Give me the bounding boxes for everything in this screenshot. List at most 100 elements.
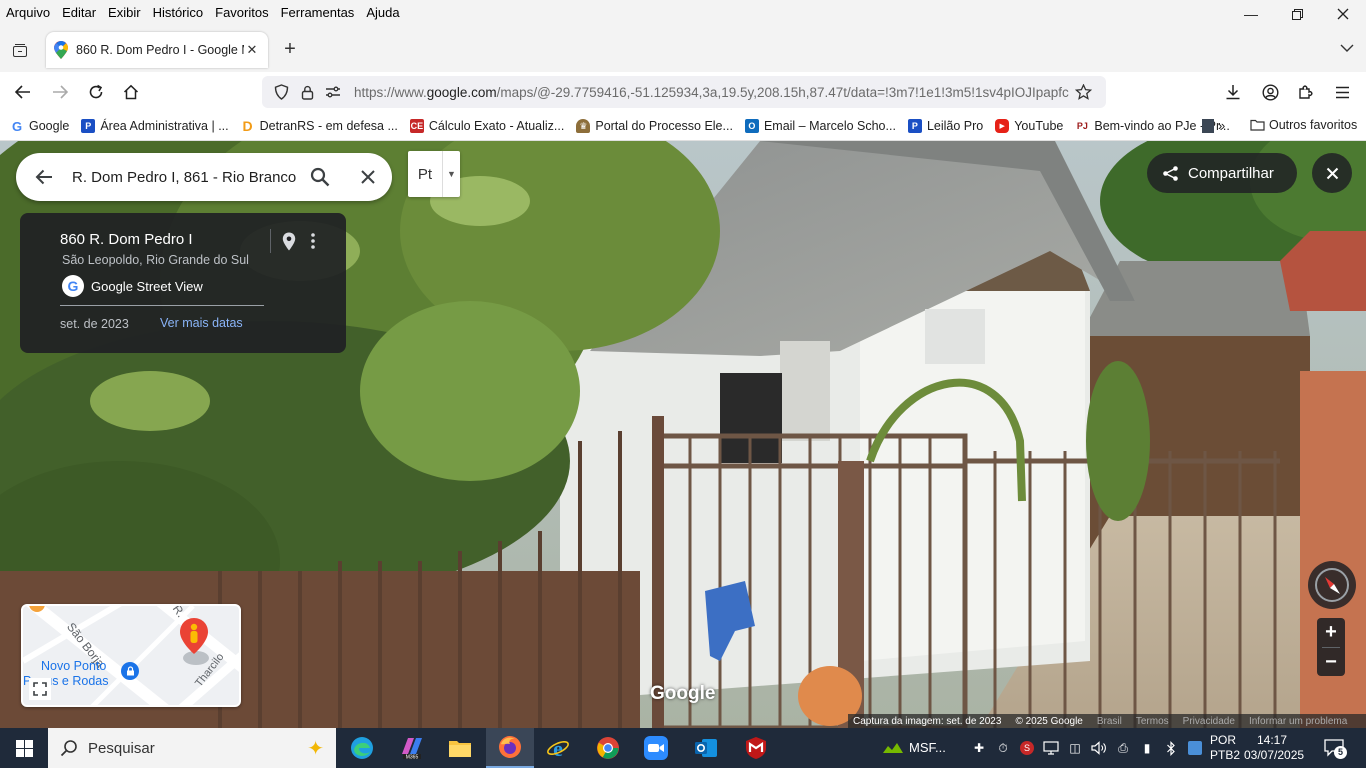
tab-actions-button[interactable]	[8, 38, 32, 62]
search-button[interactable]	[296, 153, 344, 201]
bookmark-calculo-exato[interactable]: CE Cálculo Exato - Atualiz...	[409, 119, 564, 133]
app-menu-button[interactable]	[1329, 80, 1355, 104]
home-button[interactable]	[118, 80, 144, 104]
bookmarks-bar: G Google P Área Administrativa | ... D D…	[0, 112, 1366, 141]
zoom-video-icon	[644, 736, 668, 760]
bookmark-portal-processo[interactable]: ♛ Portal do Processo Ele...	[576, 119, 733, 133]
tab-list-button[interactable]	[1340, 40, 1354, 56]
address-bar[interactable]: https://www.google.com/maps/@-29.7759416…	[262, 76, 1106, 108]
network-tray-icon[interactable]	[1042, 740, 1060, 756]
see-more-dates-link[interactable]: Ver mais datas	[160, 316, 243, 330]
taskbar-microsoft-365[interactable]: M365	[388, 728, 436, 768]
taskbar-search-box[interactable]: Pesquisar ✦	[48, 728, 336, 768]
reload-button[interactable]	[83, 80, 109, 104]
bookmark-email[interactable]: O Email – Marcelo Scho...	[744, 119, 896, 133]
location-info-card: 860 R. Dom Pedro I São Leopoldo, Rio Gra…	[20, 213, 346, 353]
poi-lock-icon[interactable]	[121, 662, 139, 680]
clear-search-button[interactable]	[344, 153, 392, 201]
tab-actions-icon	[13, 44, 27, 57]
zoom-out-button[interactable]: −	[1317, 648, 1345, 677]
volume-icon[interactable]	[1090, 740, 1108, 756]
taskbar-internet-explorer[interactable]: e	[534, 728, 582, 768]
privacy-link[interactable]: Privacidade	[1183, 716, 1235, 727]
taskbar-edge[interactable]	[338, 728, 386, 768]
firefox-icon	[499, 736, 521, 758]
close-street-view-button[interactable]	[1312, 153, 1352, 193]
account-button[interactable]	[1257, 80, 1283, 104]
shield-icon[interactable]	[270, 81, 292, 103]
extensions-button[interactable]	[1293, 80, 1319, 104]
caret-down-icon[interactable]: ▼	[442, 151, 460, 197]
other-bookmarks-folder[interactable]: Outros favoritos	[1250, 118, 1357, 132]
back-button[interactable]	[10, 80, 36, 104]
street-view-panorama[interactable]: Pt ▼ 860 R. Dom Pedro I São Leopoldo, Ri…	[0, 141, 1366, 728]
close-icon	[1337, 8, 1349, 20]
share-button[interactable]: Compartilhar	[1147, 153, 1297, 193]
msf-tray-label[interactable]: MSF...	[909, 740, 946, 755]
taskbar-file-explorer[interactable]	[436, 728, 484, 768]
bookmark-star-icon[interactable]	[1072, 81, 1094, 103]
tab-close-button[interactable]: ✕	[244, 42, 260, 58]
menu-ajuda[interactable]: Ajuda	[360, 5, 405, 20]
device-tray-icon[interactable]: ◫	[1066, 740, 1084, 756]
menu-favoritos[interactable]: Favoritos	[209, 5, 274, 20]
system-clock[interactable]: 14:17 03/07/2025	[1244, 733, 1304, 763]
poi-label-line1[interactable]: Novo Ponto	[41, 659, 106, 673]
input-language-indicator[interactable]: POR PTB2	[1210, 733, 1240, 763]
expand-map-button[interactable]	[29, 678, 51, 700]
bookmark-area-administrativa[interactable]: P Área Administrativa | ...	[81, 119, 229, 133]
menu-ferramentas[interactable]: Ferramentas	[275, 5, 361, 20]
notification-center-button[interactable]: 5	[1322, 736, 1347, 760]
windows-security-tray-icon[interactable]: ✚	[970, 740, 988, 756]
input-tools-button[interactable]: Pt ▼	[408, 151, 460, 197]
more-options-button[interactable]	[302, 229, 324, 253]
report-problem-link[interactable]: Informar um problema	[1249, 716, 1347, 727]
detran-d-icon: D	[242, 118, 253, 134]
search-icon	[60, 740, 77, 757]
google-watermark-logo: Google	[650, 683, 716, 704]
mcafee-shield-icon	[746, 737, 766, 759]
mini-map[interactable]: São Borja R. Tharcilo Novo Ponto Pneus e…	[21, 604, 241, 707]
bluetooth-icon[interactable]	[1162, 740, 1180, 756]
forward-button[interactable]	[47, 80, 73, 104]
downloads-button[interactable]	[1220, 80, 1246, 104]
search-input[interactable]	[72, 168, 296, 186]
terms-link[interactable]: Termos	[1136, 716, 1169, 727]
show-on-map-button[interactable]	[278, 229, 300, 253]
google-maps-favicon-icon	[54, 41, 68, 59]
app-tray-icon[interactable]	[1186, 740, 1204, 756]
nvidia-tray-icon[interactable]	[880, 740, 906, 756]
bookmark-leilao-pro[interactable]: P Leilão Pro	[907, 119, 983, 133]
bookmark-google[interactable]: G Google	[10, 119, 69, 134]
taskbar-mcafee[interactable]	[732, 728, 780, 768]
lock-icon[interactable]	[296, 81, 318, 103]
maps-search-box	[16, 153, 392, 201]
taskbar-zoom[interactable]	[632, 728, 680, 768]
bookmark-dark-site-icon[interactable]	[1202, 119, 1214, 133]
compass-control[interactable]	[1308, 561, 1356, 609]
more-bookmarks-button[interactable]: »	[1218, 118, 1225, 133]
menu-historico[interactable]: Histórico	[147, 5, 210, 20]
bookmark-youtube[interactable]: ▶ YouTube	[995, 119, 1063, 133]
taskbar-chrome[interactable]	[584, 728, 632, 768]
permissions-icon[interactable]	[322, 81, 344, 103]
timer-tray-icon[interactable]: ⏱	[994, 740, 1012, 756]
menu-exibir[interactable]: Exibir	[102, 5, 147, 20]
menu-arquivo[interactable]: Arquivo	[0, 5, 56, 20]
bookmark-detranrs[interactable]: D DetranRS - em defesa ...	[241, 118, 398, 134]
new-tab-button[interactable]: +	[278, 38, 302, 62]
taskbar-firefox[interactable]	[486, 728, 534, 768]
calculo-exato-icon: CE	[409, 119, 424, 133]
antivirus-tray-icon[interactable]: S	[1018, 740, 1036, 756]
tab-google-maps[interactable]: 860 R. Dom Pedro I - Google Maps ✕	[46, 32, 268, 68]
back-to-map-button[interactable]	[16, 153, 72, 201]
printer-tray-icon[interactable]: ⎙	[1114, 740, 1132, 756]
navigation-toolbar: https://www.google.com/maps/@-29.7759416…	[0, 72, 1366, 112]
start-button[interactable]	[0, 728, 48, 768]
country-link[interactable]: Brasil	[1097, 716, 1122, 727]
zoom-in-button[interactable]: +	[1317, 618, 1345, 647]
taskbar-outlook[interactable]	[682, 728, 730, 768]
usb-tray-icon[interactable]: ▮	[1138, 740, 1156, 756]
menu-editar[interactable]: Editar	[56, 5, 102, 20]
imagery-source-label: Google Street View	[91, 278, 203, 294]
